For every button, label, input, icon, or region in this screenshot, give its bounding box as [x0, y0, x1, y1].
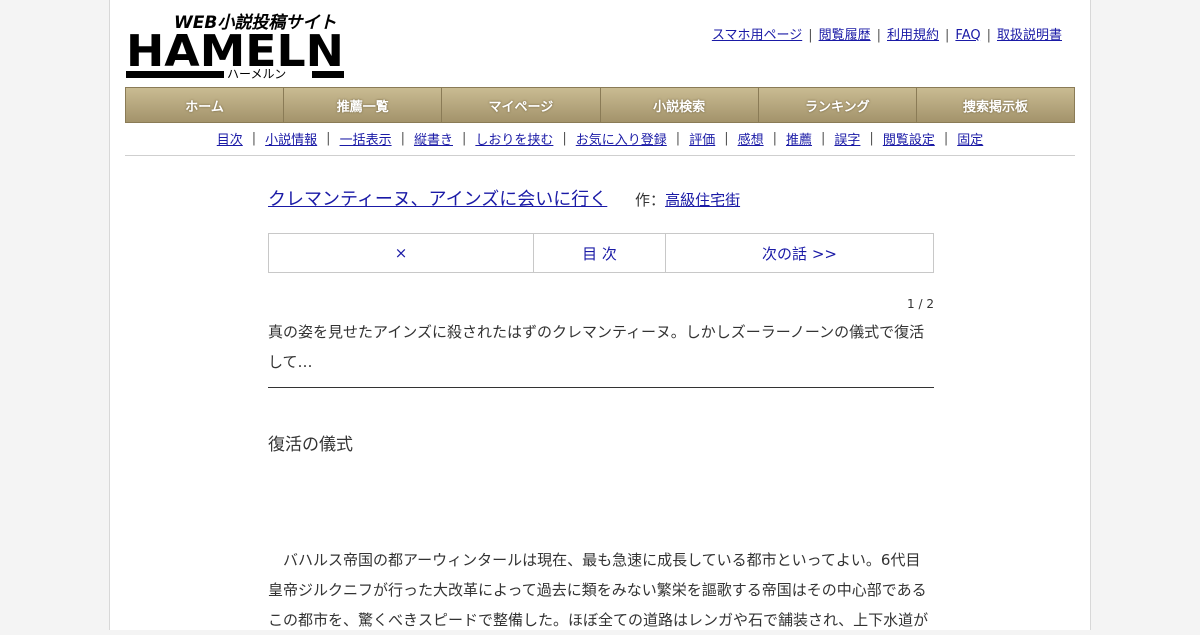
title-row: クレマンティーヌ、アインズに会いに行く 作：高級住宅街 — [268, 185, 934, 211]
novel-content: クレマンティーヌ、アインズに会いに行く 作：高級住宅街 × 目 次 次の話 >>… — [268, 160, 934, 635]
chapter-title: 復活の儀式 — [268, 435, 353, 455]
subnav-rating[interactable]: 評価 — [689, 129, 715, 148]
subnav-vertical[interactable]: 縦書き — [414, 129, 453, 148]
header-links: スマホ用ページ | 閲覧履歴 | 利用規約 | FAQ | 取扱説明書 — [711, 28, 1062, 43]
author-info: 作：高級住宅街 — [635, 191, 740, 209]
subnav-typo[interactable]: 誤字 — [834, 129, 860, 148]
logo-graphic: WEB小説投稿サイト HAMELN ハーメルン — [126, 13, 344, 81]
chapter-nav-next[interactable]: 次の話 >> — [666, 234, 933, 272]
author-prefix: 作： — [635, 191, 666, 209]
novel-title-link[interactable]: クレマンティーヌ、アインズに会いに行く — [268, 189, 607, 210]
page-container: WEB小説投稿サイト HAMELN ハーメルン スマホ用ページ | 閲覧履歴 | 利用規… — [109, 0, 1091, 630]
chapter-nav-close[interactable]: × — [269, 234, 534, 272]
tab-home[interactable]: ホーム — [126, 88, 285, 122]
smartphone-page-link[interactable]: スマホ用ページ — [712, 28, 802, 43]
subnav-toc[interactable]: 目次 — [217, 129, 243, 148]
chapter-nav-toc[interactable]: 目 次 — [534, 234, 666, 272]
tab-ranking[interactable]: ランキング — [759, 88, 917, 122]
logo-kana: ハーメルン — [227, 67, 286, 80]
subnav-pin[interactable]: 固定 — [957, 129, 983, 148]
tab-mypage[interactable]: マイページ — [442, 88, 601, 122]
subnav-bookmark[interactable]: しおりを挟む — [475, 129, 553, 148]
tab-novel-search[interactable]: 小説検索 — [601, 88, 759, 122]
chapter-nav: × 目 次 次の話 >> — [268, 233, 934, 273]
main-nav: ホーム 推薦一覧 マイページ 小説検索 ランキング 捜索掲示板 — [125, 87, 1075, 123]
page-indicator: 1 / 2 — [907, 297, 934, 311]
chapter-body: バハルス帝国の都アーウィンタールは現在、最も急速に成長している都市といってよい。… — [268, 551, 929, 629]
subnav-review[interactable]: 感想 — [738, 129, 764, 148]
tab-recommendations[interactable]: 推薦一覧 — [284, 88, 443, 122]
terms-link[interactable]: 利用規約 — [887, 28, 939, 43]
subnav-favorite[interactable]: お気に入り登録 — [576, 129, 667, 148]
chapter-summary: 真の姿を見せたアインズに殺されたはずのクレマンティーヌ。しかしズーラーノーンの儀… — [268, 317, 934, 388]
subnav-bulk-view[interactable]: 一括表示 — [340, 129, 392, 148]
subnav-novel-info[interactable]: 小説情報 — [265, 129, 317, 148]
tab-search-board[interactable]: 捜索掲示板 — [917, 88, 1074, 122]
hameln-logo[interactable]: WEB小説投稿サイト HAMELN ハーメルン — [126, 10, 348, 81]
subnav-recommend[interactable]: 推薦 — [786, 129, 812, 148]
history-link[interactable]: 閲覧履歴 — [819, 28, 871, 43]
sub-nav: 目次 | 小説情報 | 一括表示 | 縦書き | しおりを挟む | お気に入り登録 | 評価… — [125, 121, 1075, 156]
author-link[interactable]: 高級住宅街 — [665, 191, 740, 209]
subnav-view-settings[interactable]: 閲覧設定 — [883, 129, 935, 148]
manual-link[interactable]: 取扱説明書 — [997, 28, 1062, 43]
faq-link[interactable]: FAQ — [955, 28, 980, 43]
